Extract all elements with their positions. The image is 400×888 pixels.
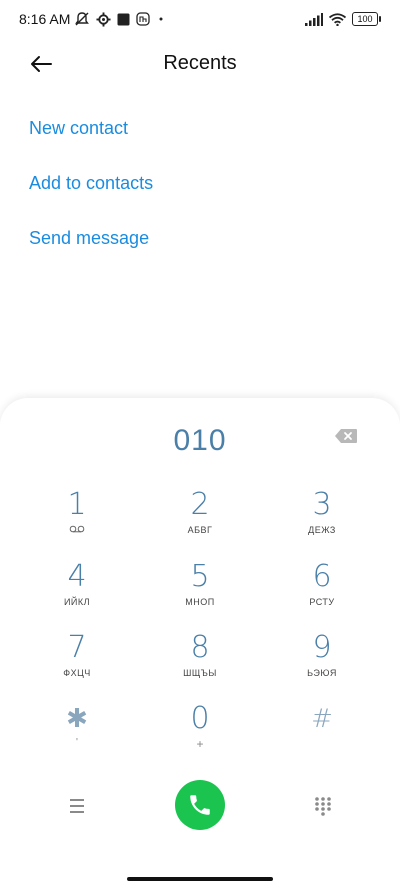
dialpad-toggle-button[interactable] (313, 796, 333, 816)
dot-icon (159, 17, 163, 21)
key-digit: 1 (67, 487, 87, 522)
add-to-contacts-link[interactable]: Add to contacts (29, 173, 153, 194)
key-digit: 2 (190, 487, 210, 522)
key-7[interactable]: 7 ФХЦЧ (32, 632, 122, 696)
key-5[interactable]: 5 МНОП (155, 561, 245, 625)
key-letters: + (196, 737, 204, 751)
menu-icon (70, 799, 84, 813)
key-digit: 9 (312, 630, 332, 665)
page-title: Recents (163, 52, 237, 74)
voicemail-icon (32, 525, 122, 535)
key-letters: ' (76, 737, 78, 748)
key-digit: 0 (190, 701, 210, 736)
status-icons-right: 100 (305, 11, 381, 27)
key-6[interactable]: 6 РСТУ (277, 561, 367, 625)
key-star[interactable]: ✱ ' (32, 703, 122, 767)
key-9[interactable]: 9 ЬЭЮЯ (277, 632, 367, 696)
key-digit: 5 (190, 559, 210, 594)
key-letters: ИЙКЛ (63, 597, 91, 607)
send-message-link[interactable]: Send message (29, 228, 149, 249)
signal-icon (305, 12, 323, 26)
status-bar: 8:16 AM 100 (0, 0, 400, 38)
battery-level: 100 (357, 14, 373, 24)
key-digit: 7 (67, 630, 87, 665)
backspace-button[interactable] (334, 428, 360, 446)
wifi-icon (329, 12, 346, 26)
key-letters: АБВГ (187, 525, 213, 535)
muted-notification-icon (75, 12, 89, 26)
key-8[interactable]: 8 ШЩЪЫ (155, 632, 245, 696)
key-letters: МНОП (185, 597, 215, 607)
status-time: 8:16 AM (19, 11, 71, 27)
home-indicator[interactable] (127, 877, 273, 881)
key-digit: 6 (312, 559, 332, 594)
key-letters: ДЕЖЗ (308, 525, 336, 535)
key-3[interactable]: 3 ДЕЖЗ (277, 489, 367, 553)
key-digit: 8 (190, 630, 210, 665)
battery-icon: 100 (352, 12, 381, 26)
status-icons-left (74, 11, 166, 27)
key-letters: ЬЭЮЯ (307, 668, 337, 678)
key-digit: 4 (67, 559, 87, 594)
key-letters: ШЩЪЫ (183, 668, 217, 678)
mi-app-icon (136, 12, 150, 26)
backspace-icon (335, 429, 357, 443)
key-1[interactable]: 1 (32, 489, 122, 553)
call-button[interactable] (175, 780, 225, 830)
key-digit: ✱ (66, 704, 88, 734)
key-0[interactable]: 0 + (155, 703, 245, 767)
key-2[interactable]: 2 АБВГ (155, 489, 245, 553)
key-hash[interactable]: # (277, 703, 367, 767)
key-letters: ФХЦЧ (63, 668, 91, 678)
key-4[interactable]: 4 ИЙКЛ (32, 561, 122, 625)
settings-gear-icon (96, 11, 111, 27)
square-app-icon (117, 13, 130, 25)
key-letters: РСТУ (309, 597, 335, 607)
menu-button[interactable] (66, 797, 88, 815)
dialpad-grid-icon (315, 797, 331, 816)
key-digit: # (311, 704, 333, 734)
new-contact-link[interactable]: New contact (29, 118, 128, 139)
phone-icon (190, 795, 210, 815)
key-digit: 3 (312, 487, 332, 522)
